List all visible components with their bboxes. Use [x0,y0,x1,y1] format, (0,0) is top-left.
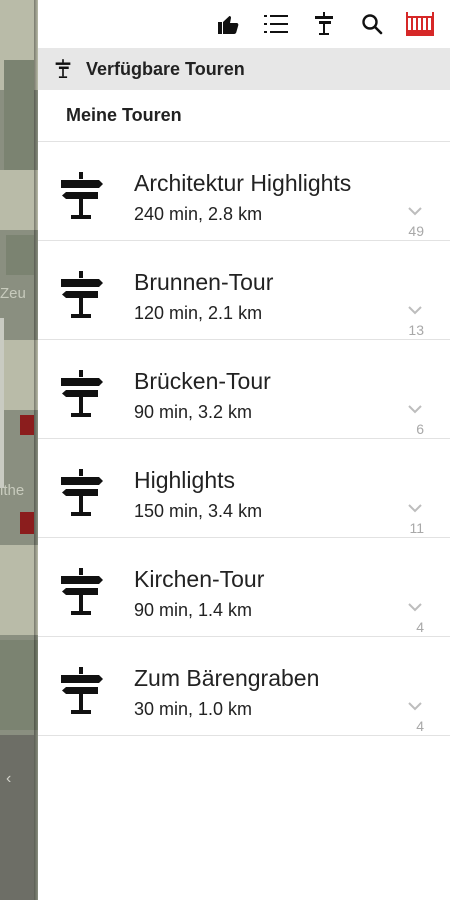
signpost-icon[interactable] [302,2,346,46]
map-marker [20,512,34,534]
tour-name: Architektur Highlights [134,170,352,196]
tour-name: Brücken-Tour [134,368,271,394]
tour-duration-distance: 90 min, 3.2 km [134,402,253,422]
map-bottom-panel [0,735,34,900]
tour-stop-count: 11 [409,520,424,536]
signpost-icon [61,667,103,714]
tour-item[interactable]: Brücken-Tour 90 min, 3.2 km 6 [38,340,450,439]
chevron-down-icon[interactable] [408,206,422,216]
tour-item[interactable]: Brunnen-Tour 120 min, 2.1 km 13 [38,241,450,340]
tour-name: Zum Bärengraben [134,665,320,691]
tour-duration-distance: 30 min, 1.0 km [134,699,253,719]
tour-list: Architektur Highlights 240 min, 2.8 km 4… [38,142,450,736]
signpost-icon [61,370,103,417]
signpost-icon [54,58,76,80]
tours-drawer: Verfügbare Touren Meine Touren Architekt… [38,0,450,900]
tour-stop-count: 4 [416,619,424,635]
tour-name: Brunnen-Tour [134,269,274,295]
toolbar [38,0,450,48]
signpost-icon [61,568,103,615]
tour-item[interactable]: Zum Bärengraben 30 min, 1.0 km 4 [38,637,450,736]
tour-duration-distance: 240 min, 2.8 km [134,204,263,224]
city-skyline-icon[interactable] [398,2,442,46]
tour-item[interactable]: Kirchen-Tour 90 min, 1.4 km 4 [38,538,450,637]
chevron-down-icon[interactable] [408,602,422,612]
signpost-icon [61,271,103,318]
available-tours-title: Verfügbare Touren [86,58,245,79]
tour-duration-distance: 90 min, 1.4 km [134,600,253,620]
chevron-down-icon[interactable] [408,503,422,513]
map-marker [20,415,34,435]
tour-stop-count: 49 [408,223,424,239]
map-street-label: Zeu [0,285,26,302]
signpost-icon [61,469,103,516]
tour-name: Highlights [134,467,235,493]
thumbs-up-icon[interactable] [206,2,250,46]
tour-duration-distance: 120 min, 2.1 km [134,303,263,323]
chevron-down-icon[interactable] [408,305,422,315]
available-tours-header[interactable]: Verfügbare Touren [38,48,450,90]
tour-stop-count: 6 [416,421,424,437]
chevron-down-icon[interactable] [408,404,422,414]
tour-stop-count: 13 [408,322,424,338]
search-icon[interactable] [350,2,394,46]
tour-item[interactable]: Highlights 150 min, 3.4 km 11 [38,439,450,538]
tour-duration-distance: 150 min, 3.4 km [134,501,263,521]
tour-stop-count: 4 [416,718,424,734]
map-info-card [0,318,4,488]
signpost-icon [61,172,103,219]
tour-name: Kirchen-Tour [134,566,265,592]
map-background[interactable]: Zeu ithe ‹ [0,0,38,900]
tour-item[interactable]: Architektur Highlights 240 min, 2.8 km 4… [38,142,450,241]
chevron-down-icon[interactable] [408,701,422,711]
list-icon[interactable] [254,2,298,46]
chevron-left-icon[interactable]: ‹ [6,770,11,788]
my-tours-heading: Meine Touren [38,90,450,142]
